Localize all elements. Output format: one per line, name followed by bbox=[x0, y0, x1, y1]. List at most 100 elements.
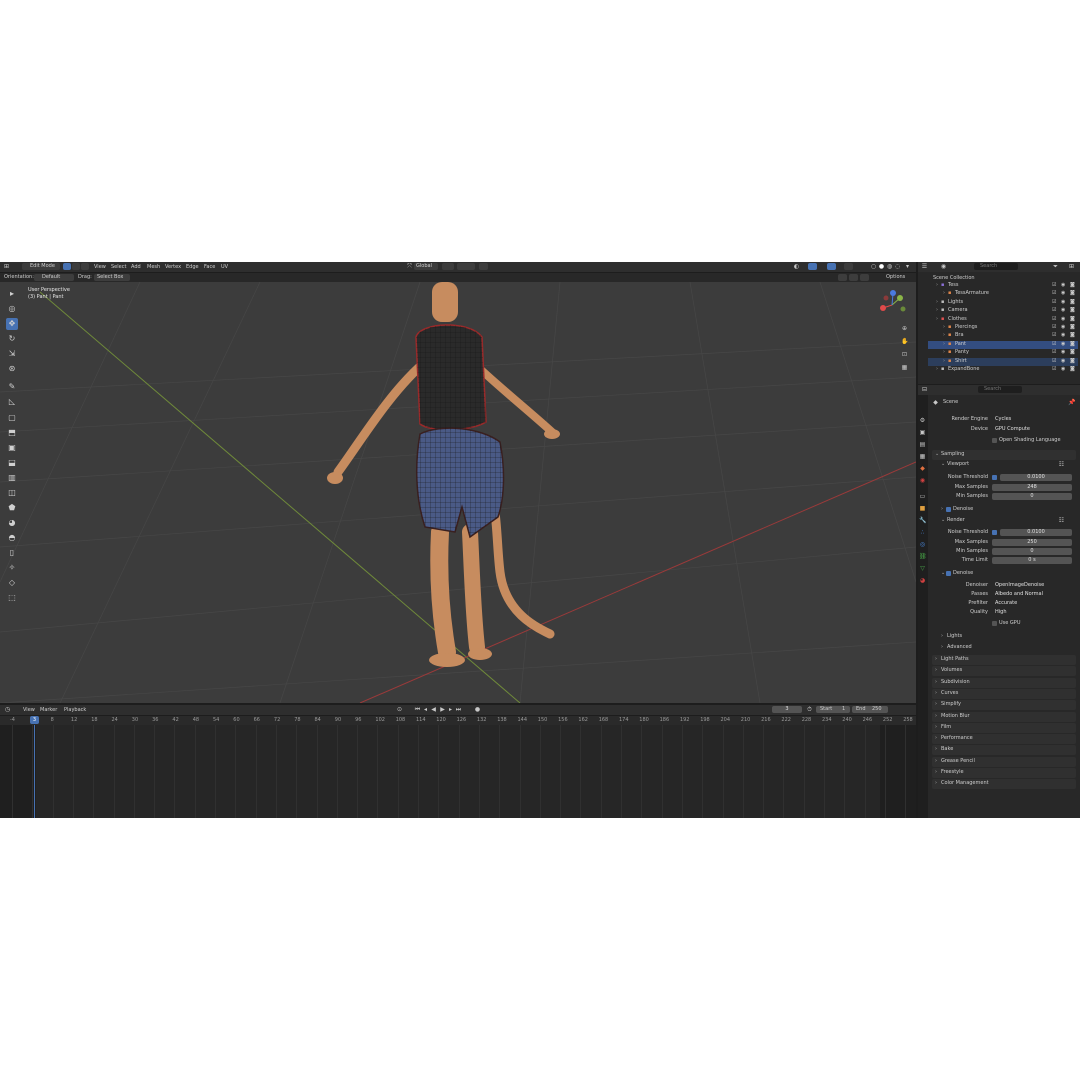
3d-viewport[interactable]: User Perspective (3) Pant | Pant ⊕ ✋ ⊡ ▦… bbox=[0, 282, 916, 703]
panel-header[interactable]: › Curves bbox=[932, 688, 1076, 699]
solid-shading-icon[interactable]: ● bbox=[878, 263, 885, 270]
outliner-row[interactable]: › ▪ Tess ☑ ◉ ◙ bbox=[928, 282, 1078, 290]
vp-min-field[interactable]: 0 bbox=[992, 493, 1072, 500]
viewport-subpanel-title[interactable]: Viewport bbox=[947, 461, 969, 468]
mode-dropdown[interactable]: Edit Mode bbox=[22, 263, 60, 270]
visibility-eye-icon[interactable]: ◉ bbox=[1061, 358, 1065, 365]
vp-denoise-expand-icon[interactable]: › bbox=[941, 506, 943, 513]
outliner-expand-icon[interactable]: › bbox=[943, 341, 945, 348]
r-max-field[interactable]: 250 bbox=[992, 539, 1072, 546]
constraints-tab-icon[interactable]: ⛓ bbox=[919, 553, 927, 560]
tool-tab-icon[interactable]: ⚙ bbox=[919, 417, 926, 424]
menu-view[interactable]: View bbox=[94, 264, 106, 271]
add-cube-tool-icon[interactable]: ▢ bbox=[6, 412, 18, 424]
r-noise-checkbox[interactable] bbox=[992, 530, 997, 535]
panel-header[interactable]: › Simplify bbox=[932, 700, 1076, 711]
r-denoise-checkbox[interactable] bbox=[946, 571, 951, 576]
vp-noise-field[interactable]: 0.0100 bbox=[1000, 474, 1072, 481]
outliner-expand-icon[interactable]: › bbox=[936, 299, 938, 306]
outliner-row[interactable]: › ▪ Pant ☑ ◉ ◙ bbox=[928, 340, 1078, 349]
world-tab-icon[interactable]: ◉ bbox=[919, 477, 926, 484]
outliner-expand-icon[interactable]: › bbox=[943, 290, 945, 297]
advanced-subpanel-title[interactable]: Advanced bbox=[947, 644, 972, 651]
collection-tab-icon[interactable]: ▭ bbox=[919, 493, 926, 500]
pan-hand-icon[interactable]: ✋ bbox=[901, 338, 908, 345]
physics-tab-icon[interactable]: ◎ bbox=[919, 541, 926, 548]
outliner-row[interactable]: › ▪ Camera ☑ ◉ ◙ bbox=[928, 307, 1078, 315]
restrict-select-icon[interactable]: ☑ bbox=[1052, 358, 1056, 365]
denoiser-dropdown[interactable]: OpenImageDenoise bbox=[992, 582, 1072, 589]
loop-cut-tool-icon[interactable]: ▥ bbox=[6, 472, 18, 484]
drag-dropdown[interactable]: Select Box bbox=[94, 274, 130, 281]
playhead-frame[interactable]: 3 bbox=[30, 716, 39, 724]
jump-start-icon[interactable]: ⏮ bbox=[414, 706, 421, 713]
restrict-select-icon[interactable]: ☑ bbox=[1052, 282, 1056, 289]
lights-expand-icon[interactable]: › bbox=[941, 633, 943, 640]
filter-icon[interactable]: ⏷ bbox=[1052, 263, 1059, 270]
outliner-expand-icon[interactable]: › bbox=[943, 358, 945, 365]
view-layer-tab-icon[interactable]: ▦ bbox=[919, 453, 926, 460]
timeline-area[interactable] bbox=[0, 725, 916, 818]
outliner-row[interactable]: › ▪ Clothes ☑ ◉ ◙ bbox=[928, 316, 1078, 324]
timeline-menu-view[interactable]: View bbox=[23, 707, 35, 714]
render-camera-icon[interactable]: ◙ bbox=[1070, 332, 1075, 339]
smooth-tool-icon[interactable]: ◓ bbox=[6, 532, 18, 544]
keying-icon[interactable]: ⊙ bbox=[396, 706, 403, 713]
play-icon[interactable]: ▶ bbox=[439, 706, 446, 713]
timeline-editor-icon[interactable]: ◷ bbox=[4, 706, 11, 713]
pivot-dropdown[interactable] bbox=[442, 263, 454, 270]
restrict-select-icon[interactable]: ☑ bbox=[1052, 307, 1056, 314]
visibility-eye-icon[interactable]: ◉ bbox=[1061, 366, 1065, 373]
shrink-fatten-tool-icon[interactable]: ✧ bbox=[6, 562, 18, 574]
visibility-eye-icon[interactable]: ◉ bbox=[1061, 349, 1065, 356]
properties-search-input[interactable]: Search bbox=[978, 386, 1022, 393]
render-tab-icon[interactable]: ▣ bbox=[919, 429, 926, 436]
material-shading-icon[interactable]: ◍ bbox=[886, 263, 893, 270]
render-camera-icon[interactable]: ◙ bbox=[1070, 290, 1075, 297]
visibility-eye-icon[interactable]: ◉ bbox=[1061, 282, 1065, 289]
outliner-display-mode-icon[interactable]: ◉ bbox=[940, 263, 947, 270]
panel-header[interactable]: › Grease Pencil bbox=[932, 756, 1076, 767]
transform-tool-icon[interactable]: ⊛ bbox=[6, 363, 18, 375]
outliner-expand-icon[interactable]: › bbox=[936, 307, 938, 314]
outliner-expand-icon[interactable]: › bbox=[943, 324, 945, 331]
bevel-tool-icon[interactable]: ⬓ bbox=[6, 457, 18, 469]
knife-tool-icon[interactable]: ◫ bbox=[6, 487, 18, 499]
vp-denoise-checkbox[interactable] bbox=[946, 507, 951, 512]
outliner-row[interactable]: › ▪ Piercings ☑ ◉ ◙ bbox=[928, 324, 1078, 332]
perspective-toggle-icon[interactable]: ▦ bbox=[901, 364, 908, 371]
render-camera-icon[interactable]: ◙ bbox=[1070, 324, 1075, 331]
outliner-row[interactable]: › ▪ Lights ☑ ◉ ◙ bbox=[928, 299, 1078, 307]
osl-checkbox[interactable] bbox=[992, 438, 997, 443]
menu-vertex[interactable]: Vertex bbox=[165, 264, 181, 271]
mirror-options-icon[interactable] bbox=[849, 274, 858, 281]
menu-face[interactable]: Face bbox=[204, 264, 215, 271]
face-select-button[interactable] bbox=[81, 263, 89, 270]
editor-type-icon[interactable]: ⊞ bbox=[3, 263, 10, 270]
zoom-icon[interactable]: ⊕ bbox=[901, 325, 908, 332]
edge-slide-tool-icon[interactable]: ▯ bbox=[6, 547, 18, 559]
shear-tool-icon[interactable]: ◇ bbox=[6, 577, 18, 589]
outliner-search-input[interactable]: Search bbox=[974, 263, 1018, 270]
snap-dropdown[interactable] bbox=[457, 263, 475, 270]
render-engine-dropdown[interactable]: Cycles bbox=[992, 416, 1076, 423]
scene-tab-icon[interactable]: ◆ bbox=[919, 465, 926, 472]
move-tool-icon[interactable]: ✥ bbox=[6, 318, 18, 330]
r-denoise-expand-icon[interactable]: ⌄ bbox=[941, 570, 945, 577]
inset-tool-icon[interactable]: ▣ bbox=[6, 442, 18, 454]
particles-tab-icon[interactable]: ∴ bbox=[919, 529, 926, 536]
properties-editor-icon[interactable]: ⊟ bbox=[921, 386, 928, 393]
panel-header[interactable]: › Bake bbox=[932, 745, 1076, 756]
wireframe-shading-icon[interactable]: ○ bbox=[870, 263, 877, 270]
menu-mesh[interactable]: Mesh bbox=[147, 264, 160, 271]
panel-header[interactable]: › Performance bbox=[932, 734, 1076, 745]
material-tab-icon[interactable]: ◕ bbox=[919, 577, 926, 584]
render-camera-icon[interactable]: ◙ bbox=[1070, 358, 1075, 365]
advanced-expand-icon[interactable]: › bbox=[941, 644, 943, 651]
options-menu[interactable]: Options bbox=[886, 274, 905, 281]
visibility-eye-icon[interactable]: ◉ bbox=[1061, 332, 1065, 339]
next-key-icon[interactable]: ▸ bbox=[447, 706, 454, 713]
menu-add[interactable]: Add bbox=[131, 264, 141, 271]
sampling-panel-header[interactable]: ⌄ Sampling bbox=[932, 450, 1076, 460]
vertex-select-button[interactable] bbox=[63, 263, 71, 270]
